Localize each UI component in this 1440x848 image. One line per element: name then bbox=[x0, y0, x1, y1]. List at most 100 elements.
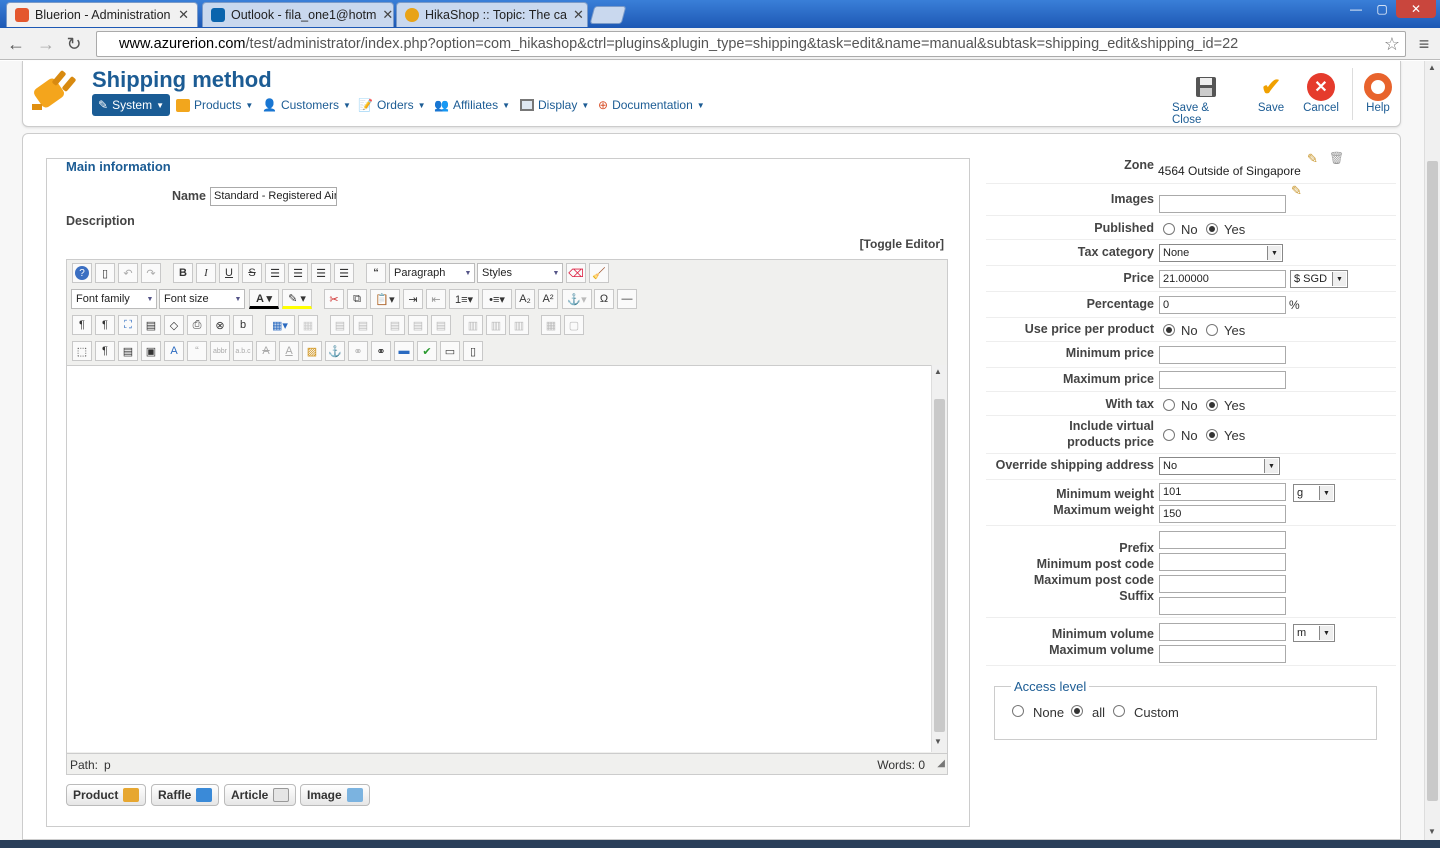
min-weight-input[interactable]: 101 bbox=[1159, 483, 1286, 501]
percentage-input[interactable]: 0 bbox=[1159, 296, 1286, 314]
strikethrough-icon[interactable]: S bbox=[242, 263, 262, 283]
close-tab-icon[interactable]: ✕ bbox=[573, 7, 584, 23]
page-scroll-thumb[interactable] bbox=[1427, 161, 1438, 801]
back-arrow-icon[interactable]: ← bbox=[4, 32, 28, 56]
row-after-icon[interactable]: ▤ bbox=[408, 315, 428, 335]
menu-products[interactable]: Products ▼ bbox=[176, 94, 253, 116]
highlight-color-icon[interactable]: ✎ ▾ bbox=[282, 289, 312, 309]
undo-icon[interactable]: ↶ bbox=[118, 263, 138, 283]
save-close-button[interactable]: Save & Close bbox=[1172, 72, 1240, 126]
attributes-icon[interactable]: ▨ bbox=[302, 341, 322, 361]
merge-cells-icon[interactable]: ▢ bbox=[564, 315, 584, 335]
toggle-editor-link[interactable]: [Toggle Editor] bbox=[840, 237, 944, 251]
access-all-radio[interactable] bbox=[1071, 705, 1083, 717]
tax-category-select[interactable]: None ▼ bbox=[1159, 244, 1283, 262]
template-icon[interactable]: ▤ bbox=[118, 341, 138, 361]
use-price-per-product-yes-radio[interactable] bbox=[1206, 324, 1218, 336]
text-color-icon[interactable]: A ▾ bbox=[249, 289, 279, 309]
new-document-icon[interactable]: ▯ bbox=[95, 263, 115, 283]
new-tab-button[interactable] bbox=[589, 6, 627, 24]
menu-documentation[interactable]: ⊕ Documentation ▼ bbox=[598, 94, 705, 116]
tab-bluerion[interactable]: Bluerion - Administration ✕ bbox=[6, 2, 198, 27]
align-center-icon[interactable]: ☰ bbox=[288, 263, 308, 283]
forward-arrow-icon[interactable]: → bbox=[34, 32, 58, 56]
access-none-radio[interactable] bbox=[1012, 705, 1024, 717]
scroll-up-arrow-icon[interactable]: ▲ bbox=[1428, 63, 1436, 72]
cancel-button[interactable]: ✕ Cancel bbox=[1300, 72, 1342, 114]
subscript-icon[interactable]: A₂ bbox=[515, 289, 535, 309]
anchor-ship-icon[interactable]: ⚓ bbox=[325, 341, 345, 361]
editor-content-area[interactable] bbox=[67, 365, 931, 752]
replace-icon[interactable]: b bbox=[233, 315, 253, 335]
spellcheck-icon[interactable]: ✔ bbox=[417, 341, 437, 361]
tab-outlook[interactable]: Outlook - fila_one1@hotm ✕ bbox=[202, 2, 394, 27]
price-input[interactable]: 21.00000 bbox=[1159, 270, 1286, 288]
minimize-button[interactable]: — bbox=[1344, 0, 1368, 18]
name-input[interactable]: Standard - Registered Air bbox=[210, 187, 337, 206]
close-window-button[interactable]: ✕ bbox=[1396, 0, 1436, 18]
col-before-icon[interactable]: ▥ bbox=[463, 315, 483, 335]
use-price-per-product-no-radio[interactable] bbox=[1163, 324, 1175, 336]
menu-orders[interactable]: 📝 Orders ▼ bbox=[358, 94, 426, 116]
edit-pencil-icon[interactable]: ✎ bbox=[1291, 183, 1302, 199]
weight-unit-select[interactable]: g ▼ bbox=[1293, 484, 1335, 502]
insert-layer-icon[interactable]: ▣ bbox=[141, 341, 161, 361]
scroll-up-arrow-icon[interactable]: ▲ bbox=[934, 367, 942, 376]
cut-icon[interactable]: ✂ bbox=[324, 289, 344, 309]
read-more-icon[interactable]: ▯ bbox=[463, 341, 483, 361]
link-icon[interactable]: ⚭ bbox=[371, 341, 391, 361]
numbered-list-icon[interactable]: 1≡▾ bbox=[449, 289, 479, 309]
access-custom-radio[interactable] bbox=[1113, 705, 1125, 717]
include-virtual-no-radio[interactable] bbox=[1163, 429, 1175, 441]
redo-icon[interactable]: ↷ bbox=[141, 263, 161, 283]
menu-display[interactable]: Display ▼ bbox=[520, 94, 589, 116]
cleanup-broom-icon[interactable]: 🧹 bbox=[589, 263, 609, 283]
published-yes-radio[interactable] bbox=[1206, 223, 1218, 235]
include-virtual-yes-radio[interactable] bbox=[1206, 429, 1218, 441]
raffle-button[interactable]: Raffle bbox=[151, 784, 220, 806]
ltr-icon[interactable]: ¶ bbox=[72, 315, 92, 335]
menu-affiliates[interactable]: 👥 Affiliates ▼ bbox=[434, 94, 510, 116]
special-character-icon[interactable]: Ω bbox=[594, 289, 614, 309]
menu-system[interactable]: ✎ System ▼ bbox=[92, 94, 170, 116]
cite-icon[interactable]: “ bbox=[187, 341, 207, 361]
delete-table-icon[interactable]: ▦ bbox=[298, 315, 318, 335]
page-scrollbar[interactable]: ▲ ▼ bbox=[1424, 61, 1440, 840]
help-icon[interactable]: ? bbox=[72, 263, 92, 283]
scroll-down-arrow-icon[interactable]: ▼ bbox=[1428, 827, 1436, 836]
menu-icon[interactable]: ≡ bbox=[1412, 32, 1436, 56]
paste-icon[interactable]: 📋▾ bbox=[370, 289, 400, 309]
unlink-icon[interactable]: ⚭ bbox=[348, 341, 368, 361]
edit-pencil-icon[interactable]: ✎ bbox=[1307, 151, 1318, 167]
help-button[interactable]: Help bbox=[1360, 72, 1396, 114]
suffix-input[interactable] bbox=[1159, 597, 1286, 615]
image-icon[interactable]: ▬ bbox=[394, 341, 414, 361]
product-button[interactable]: Product bbox=[66, 784, 147, 806]
article-button[interactable]: Article bbox=[224, 784, 297, 806]
html-source-icon[interactable]: ◇ bbox=[164, 315, 184, 335]
blockquote-icon[interactable]: “ bbox=[366, 263, 386, 283]
minimum-price-input[interactable] bbox=[1159, 346, 1286, 364]
insertion-icon[interactable]: A bbox=[279, 341, 299, 361]
min-volume-input[interactable] bbox=[1159, 623, 1286, 641]
bold-icon[interactable]: B bbox=[173, 263, 193, 283]
outdent-icon[interactable]: ⇤ bbox=[426, 289, 446, 309]
fullscreen-icon[interactable]: ⛶ bbox=[118, 315, 138, 335]
address-bar[interactable]: www.azurerion.com/test/administrator/ind… bbox=[96, 31, 1406, 57]
print-icon[interactable]: ⎙ bbox=[187, 315, 207, 335]
max-weight-input[interactable]: 150 bbox=[1159, 505, 1286, 523]
bullet-list-icon[interactable]: •≡▾ bbox=[482, 289, 512, 309]
abbreviation-icon[interactable]: abbr bbox=[210, 341, 230, 361]
row-props-icon[interactable]: ▤ bbox=[330, 315, 350, 335]
scroll-down-arrow-icon[interactable]: ▼ bbox=[934, 737, 942, 746]
with-tax-yes-radio[interactable] bbox=[1206, 399, 1218, 411]
editor-scroll-thumb[interactable] bbox=[934, 399, 945, 732]
deletion-icon[interactable]: A bbox=[256, 341, 276, 361]
prefix-input[interactable] bbox=[1159, 531, 1286, 549]
tab-hikashop[interactable]: HikaShop :: Topic: The ca ✕ bbox=[396, 2, 588, 27]
align-justify-icon[interactable]: ☰ bbox=[265, 263, 285, 283]
show-blocks-icon[interactable]: ¶ bbox=[95, 341, 115, 361]
font-family-select[interactable]: Font family ▼ bbox=[71, 289, 157, 309]
rtl-icon[interactable]: ¶ bbox=[95, 315, 115, 335]
indent-icon[interactable]: ⇥ bbox=[403, 289, 423, 309]
